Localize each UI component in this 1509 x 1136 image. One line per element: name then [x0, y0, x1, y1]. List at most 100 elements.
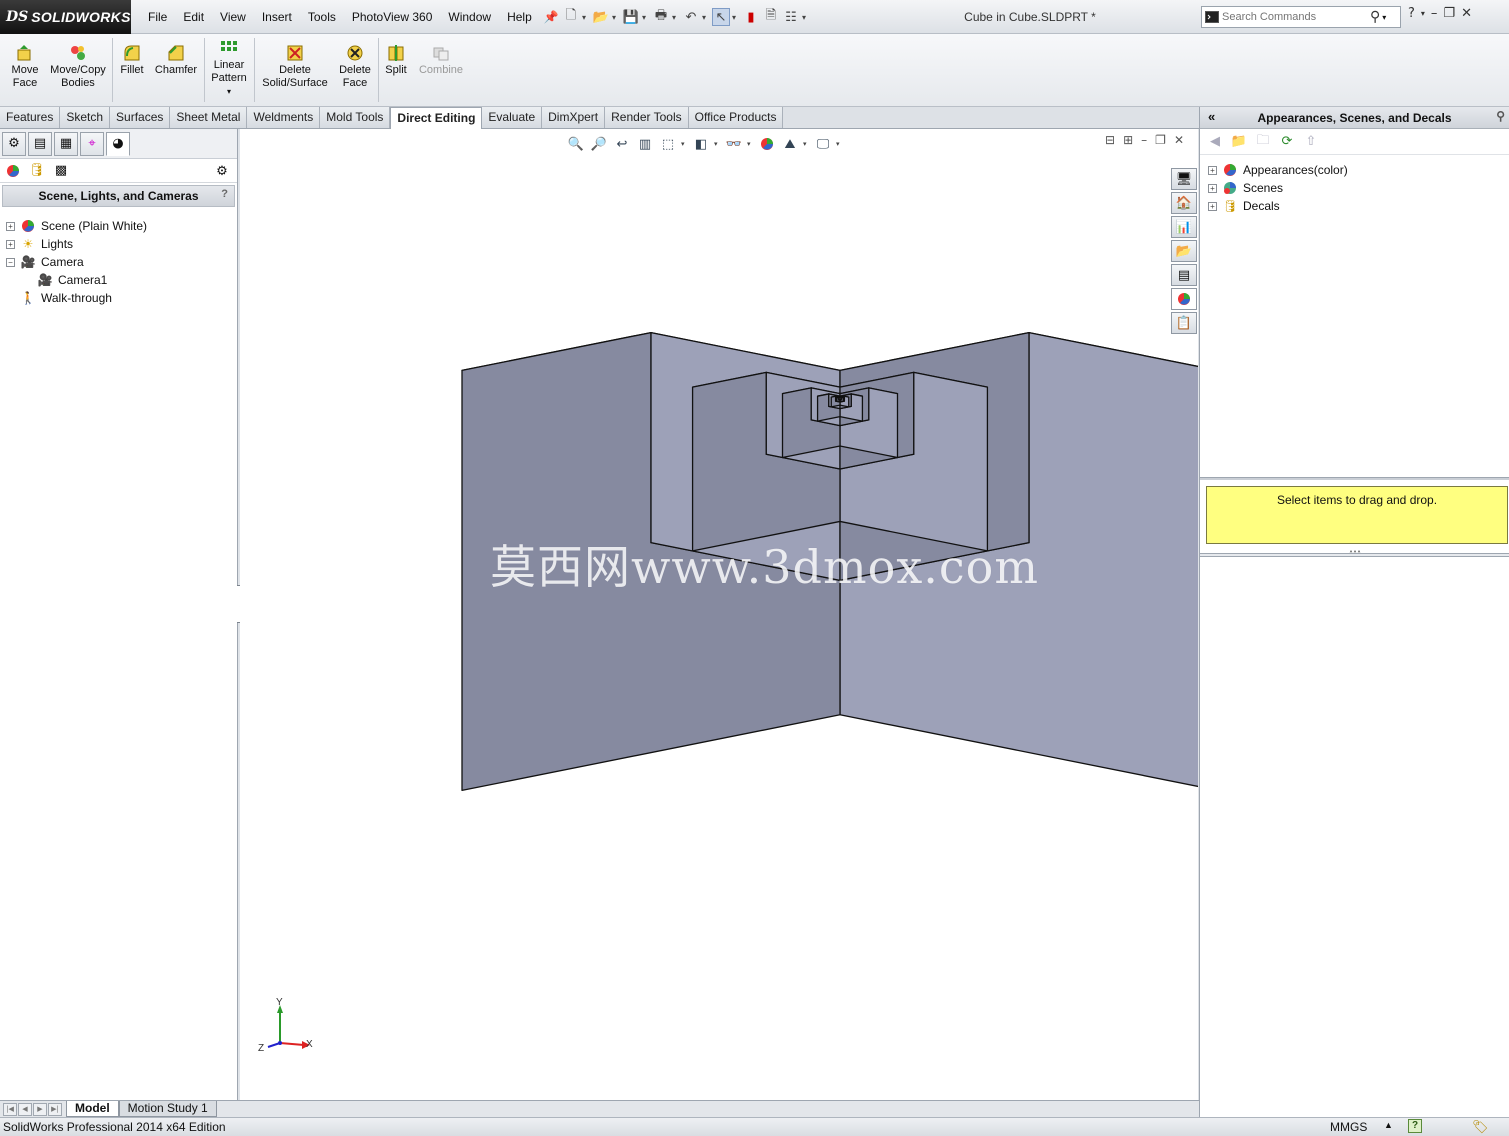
- open-folder-icon[interactable]: 📂: [1171, 240, 1197, 262]
- drag-drop-area[interactable]: Select items to drag and drop.: [1206, 486, 1508, 544]
- pin-menu-icon[interactable]: 📌: [544, 10, 559, 24]
- menu-file[interactable]: File: [140, 10, 175, 24]
- tab-office-products[interactable]: Office Products: [688, 107, 784, 128]
- unit-system[interactable]: MMGS: [1330, 1120, 1367, 1134]
- tree-item-decals[interactable]: + 🛢 Decals: [1208, 197, 1509, 215]
- linear-pattern-button[interactable]: Linear Pattern ▾: [208, 38, 250, 98]
- menu-help[interactable]: Help: [499, 10, 540, 24]
- fillet-button[interactable]: Fillet: [117, 38, 147, 77]
- select-dropdown-icon[interactable]: ▾: [732, 13, 740, 22]
- add-folder-icon[interactable]: 📁: [1230, 133, 1248, 151]
- dimxpert-manager-tab-icon[interactable]: ⌖: [80, 131, 104, 156]
- property-manager-tab-icon[interactable]: ▤: [28, 131, 52, 156]
- expand-icon[interactable]: +: [1208, 165, 1217, 175]
- view-palette-icon[interactable]: ▤: [1171, 264, 1197, 286]
- up-level-icon[interactable]: ⇧: [1302, 133, 1320, 151]
- collapse-icon[interactable]: −: [6, 257, 15, 267]
- panel-help-icon[interactable]: ?: [221, 188, 228, 200]
- expand-icon[interactable]: +: [6, 239, 15, 249]
- pin-pane-icon[interactable]: ⚲: [1496, 109, 1505, 123]
- search-input[interactable]: [1222, 11, 1362, 23]
- search-icon[interactable]: ⚲: [1370, 9, 1380, 25]
- tab-mold-tools[interactable]: Mold Tools: [320, 107, 391, 128]
- tab-sketch[interactable]: Sketch: [60, 107, 111, 128]
- next-tab-icon[interactable]: ▶: [33, 1102, 47, 1116]
- first-tab-icon[interactable]: |◀: [3, 1102, 17, 1116]
- move-copy-bodies-button[interactable]: Move/Copy Bodies: [48, 38, 108, 90]
- display-options-icon[interactable]: ⚙: [213, 162, 231, 180]
- menu-insert[interactable]: Insert: [254, 10, 300, 24]
- open-dropdown-icon[interactable]: ▾: [612, 13, 620, 22]
- appearances-scenes-tab-icon[interactable]: [1171, 288, 1197, 310]
- rebuild-traffic-light-icon[interactable]: ▮: [742, 8, 760, 26]
- new-dropdown-icon[interactable]: ▾: [582, 13, 590, 22]
- print-icon[interactable]: 🖶: [652, 8, 670, 26]
- solidworks-logo[interactable]: DS SOLIDWORKS: [0, 0, 131, 34]
- configuration-manager-tab-icon[interactable]: ▦: [54, 131, 78, 156]
- pane-splitter[interactable]: [1200, 477, 1509, 480]
- tree-item-lights[interactable]: + ☀ Lights: [6, 235, 237, 253]
- tab-sheet-metal[interactable]: Sheet Metal: [170, 107, 248, 128]
- tree-item-camera[interactable]: − 🎥 Camera: [6, 253, 237, 271]
- options-dropdown-icon[interactable]: ▾: [802, 13, 810, 22]
- prev-tab-icon[interactable]: ◀: [18, 1102, 32, 1116]
- help-dropdown-icon[interactable]: ▾: [1421, 9, 1425, 18]
- file-properties-icon[interactable]: 🗎: [762, 8, 780, 26]
- graphics-area[interactable]: 🔍 🔎 ↩ ▥ ⬚ ▾ ◧ ▾ 👓 ▾ ⛰ ▾ 🖵 ▾ ⊟ ⊞ – ❐ ✕ 莫西网www.…: [240, 129, 1198, 1101]
- delete-face-button[interactable]: Delete Face: [335, 38, 375, 90]
- quick-tips-icon[interactable]: ?: [1408, 1119, 1422, 1133]
- cube-in-cube-model[interactable]: [240, 129, 1198, 1101]
- save-icon[interactable]: 💾: [622, 8, 640, 26]
- new-document-icon[interactable]: 🗋: [562, 8, 580, 26]
- pane-splitter-lower[interactable]: ˄˄˄: [1200, 551, 1509, 559]
- menu-window[interactable]: Window: [440, 10, 499, 24]
- tree-item-camera1[interactable]: 🎥 Camera1: [6, 271, 237, 289]
- linear-pattern-dropdown-icon[interactable]: ▾: [208, 85, 250, 98]
- move-face-button[interactable]: Move Face: [6, 38, 44, 90]
- decals-icon[interactable]: 🛢: [28, 162, 46, 180]
- search-dropdown-icon[interactable]: ▾: [1382, 13, 1386, 22]
- tree-item-appearances[interactable]: + Appearances(color): [1208, 161, 1509, 179]
- tab-dimxpert[interactable]: DimXpert: [542, 107, 606, 128]
- close-icon[interactable]: ✕: [1461, 6, 1472, 21]
- tab-evaluate[interactable]: Evaluate: [482, 107, 543, 128]
- tree-item-scene[interactable]: + Scene (Plain White): [6, 217, 237, 235]
- tab-direct-editing[interactable]: Direct Editing: [390, 107, 483, 129]
- delete-solid-surface-button[interactable]: Delete Solid/Surface: [259, 38, 331, 90]
- file-explorer-icon[interactable]: 📊: [1171, 216, 1197, 238]
- feature-manager-tab-icon[interactable]: ⚙: [2, 131, 26, 156]
- solidworks-resources-icon[interactable]: 🖥: [1171, 168, 1197, 190]
- custom-properties-icon[interactable]: 📋: [1171, 312, 1197, 334]
- search-commands[interactable]: ⚲ ▾: [1201, 6, 1401, 28]
- help-icon[interactable]: ?: [1408, 6, 1415, 21]
- design-library-icon[interactable]: 🏠: [1171, 192, 1197, 214]
- appearances-icon[interactable]: [4, 162, 22, 180]
- undo-dropdown-icon[interactable]: ▾: [702, 13, 710, 22]
- split-button[interactable]: Split: [382, 38, 410, 77]
- undo-icon[interactable]: ↶: [682, 8, 700, 26]
- combine-button[interactable]: Combine: [416, 38, 466, 77]
- expand-icon[interactable]: +: [6, 221, 15, 231]
- menu-photoview[interactable]: PhotoView 360: [344, 10, 441, 24]
- minimize-icon[interactable]: –: [1431, 6, 1438, 21]
- chamfer-button[interactable]: Chamfer: [152, 38, 200, 77]
- expand-icon[interactable]: +: [1208, 201, 1217, 211]
- restore-icon[interactable]: ❐: [1443, 6, 1455, 21]
- collapse-pane-icon[interactable]: «: [1208, 109, 1215, 124]
- tab-model[interactable]: Model: [66, 1101, 119, 1117]
- tab-weldments[interactable]: Weldments: [247, 107, 321, 128]
- open-folder-icon[interactable]: 📂: [592, 8, 610, 26]
- refresh-icon[interactable]: ⟳: [1278, 133, 1296, 151]
- search-mode-icon[interactable]: [1202, 7, 1222, 27]
- scene-lights-cameras-icon[interactable]: ▩: [52, 162, 70, 180]
- tree-item-scenes[interactable]: + Scenes: [1208, 179, 1509, 197]
- tab-render-tools[interactable]: Render Tools: [605, 107, 689, 128]
- display-manager-tab-icon[interactable]: ◕: [106, 131, 130, 156]
- tags-icon[interactable]: 🏷: [1472, 1119, 1489, 1135]
- tab-motion-study[interactable]: Motion Study 1: [118, 1101, 217, 1117]
- tab-surfaces[interactable]: Surfaces: [110, 107, 171, 128]
- notch-side-face[interactable]: [839, 396, 843, 401]
- select-pointer-icon[interactable]: ↖: [712, 8, 730, 26]
- print-dropdown-icon[interactable]: ▾: [672, 13, 680, 22]
- unit-menu-icon[interactable]: ▲: [1384, 1120, 1393, 1130]
